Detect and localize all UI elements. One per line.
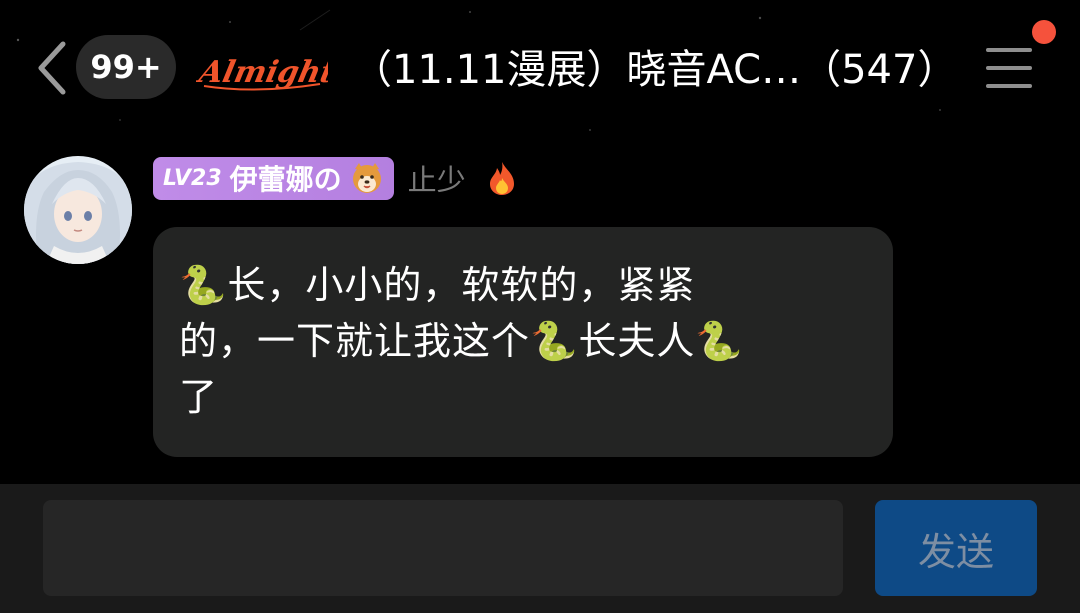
hamburger-menu-icon [986, 48, 1032, 88]
level-badge[interactable]: LV23 伊蕾娜の [153, 156, 394, 200]
send-button[interactable]: 发送 [875, 500, 1037, 596]
sender-info: LV23 伊蕾娜の 止少 [153, 156, 518, 200]
notification-dot [1032, 20, 1056, 44]
sender-title: 止少 [407, 163, 466, 197]
message-bubble[interactable]: 🐍长，小小的，软软的，紧紧 的，一下就让我这个🐍长夫人🐍 了 [153, 227, 893, 457]
chevron-left-icon [38, 41, 66, 95]
fire-icon [489, 162, 514, 195]
unread-count-badge[interactable]: 99+ [76, 35, 176, 99]
message-input[interactable] [43, 500, 843, 596]
level-number: LV23 [163, 165, 222, 191]
sender-avatar[interactable] [24, 156, 132, 264]
dog-face-icon [352, 163, 381, 193]
group-logo: Almighty [196, 55, 328, 91]
message-composer: 发送 [0, 484, 1080, 613]
back-button[interactable] [30, 38, 74, 98]
group-title[interactable]: （11.11漫展）晓音AC…（547） [352, 40, 957, 100]
sender-name: 伊蕾娜の [229, 163, 342, 196]
chat-header: 99+ Almighty （11.11漫展）晓音AC…（547） [0, 0, 1080, 140]
chat-screen: 99+ Almighty （11.11漫展）晓音AC…（547） LV23 伊蕾… [0, 0, 1080, 613]
menu-button[interactable] [982, 42, 1038, 94]
message-text: 🐍长，小小的，软软的，紧紧 的，一下就让我这个🐍长夫人🐍 了 [179, 263, 744, 419]
